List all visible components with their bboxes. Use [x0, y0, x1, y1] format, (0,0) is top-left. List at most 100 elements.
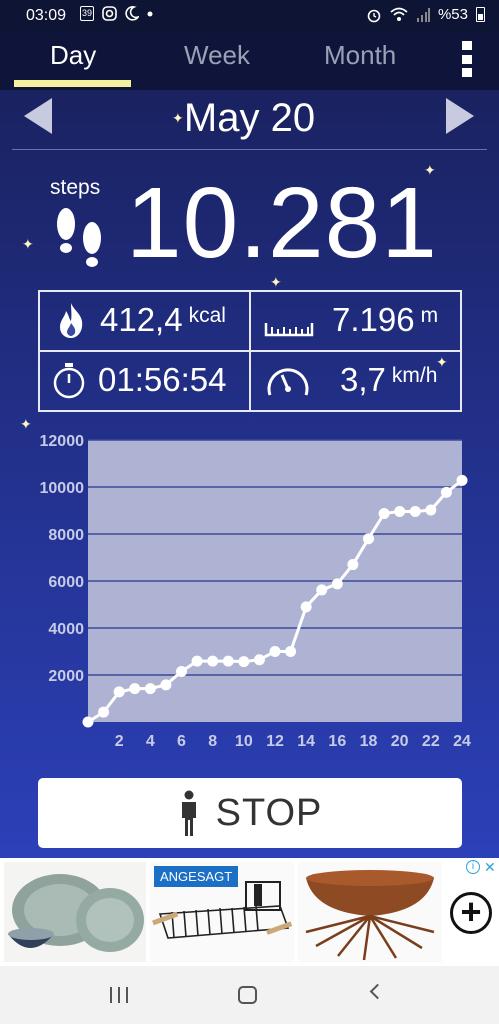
dot-icon — [147, 11, 153, 16]
tab-bar: Day Week Month — [0, 32, 499, 90]
person-icon — [181, 790, 196, 836]
speed-value: 3,7 — [340, 361, 386, 398]
data-point — [409, 505, 421, 517]
x-tick-label: 12 — [266, 733, 284, 750]
data-point — [129, 683, 141, 695]
moon-icon — [125, 6, 139, 21]
date-title: May 20 — [183, 96, 316, 140]
distance-stat: 7.196 m — [264, 301, 438, 339]
next-day-arrow-icon[interactable] — [446, 98, 474, 134]
system-nav-bar — [0, 966, 499, 1024]
data-point — [269, 646, 281, 657]
divider — [12, 149, 487, 150]
x-tick-label: 8 — [208, 733, 217, 750]
tab-month[interactable]: Month — [324, 40, 396, 71]
data-point — [238, 656, 250, 668]
steps-count: 10.281 — [126, 167, 438, 279]
data-point — [191, 655, 203, 667]
steps-chart: 200040006000800010000120002 4 6 8 10 12 14 16 18… — [40, 433, 472, 750]
tab-week[interactable]: Week — [184, 40, 250, 71]
x-tick-label: 16 — [328, 733, 346, 750]
status-icons-right: %53 — [366, 6, 485, 23]
data-point — [300, 601, 312, 613]
calories-value: 412,4 — [100, 301, 183, 338]
sparkle-icon: ✦ — [22, 236, 34, 252]
status-icons-left: 39 — [80, 6, 153, 21]
x-tick-label: 14 — [297, 733, 315, 750]
overflow-menu-icon[interactable] — [462, 41, 472, 77]
data-point — [113, 686, 125, 698]
battery-icon — [476, 7, 485, 22]
data-point — [331, 578, 343, 590]
data-point — [440, 486, 452, 498]
duration-stat: 01:56:54 — [50, 361, 226, 399]
home-icon[interactable] — [238, 986, 257, 1004]
ceramic-plates-image[interactable] — [4, 862, 146, 962]
y-tick-label: 6000 — [48, 574, 84, 591]
fire-bowl-image[interactable] — [298, 862, 442, 962]
calories-stat: 412,4 kcal — [52, 301, 226, 339]
steps-label: steps — [50, 176, 101, 199]
data-point — [394, 505, 406, 517]
speed-stat: 3,7 km/h — [264, 361, 437, 399]
data-point — [82, 716, 94, 728]
signal-icon — [416, 7, 430, 22]
data-point — [160, 679, 172, 691]
sparkle-icon: ✦ — [172, 110, 184, 126]
alarm-icon — [367, 9, 381, 22]
x-tick-label: 4 — [146, 733, 155, 750]
instagram-icon — [102, 6, 117, 21]
data-point — [207, 655, 219, 667]
data-point — [222, 655, 234, 667]
data-point — [316, 584, 328, 596]
tab-day[interactable]: Day — [50, 40, 96, 71]
back-icon[interactable] — [369, 983, 386, 1000]
x-tick-label: 2 — [115, 733, 124, 750]
ad-close-icon[interactable]: ✕ — [484, 859, 496, 876]
speed-unit: km/h — [391, 364, 438, 387]
plus-circle-icon[interactable]: + — [450, 892, 492, 934]
duration-value: 01:56:54 — [98, 361, 227, 398]
x-tick-label: 20 — [391, 733, 409, 750]
flame-icon — [60, 303, 83, 338]
x-tick-label: 24 — [453, 733, 471, 750]
data-point — [378, 508, 390, 520]
stats-grid: 412,4 kcal 7.196 m 01:56:54 3,7 km/h — [38, 290, 462, 412]
data-point — [144, 683, 156, 695]
tab-indicator — [14, 80, 131, 87]
distance-value: 7.196 — [332, 301, 415, 338]
y-tick-label: 2000 — [48, 668, 84, 685]
distance-unit: m — [420, 304, 439, 327]
data-point — [176, 665, 187, 677]
wifi-icon — [390, 7, 408, 21]
data-point — [456, 474, 468, 486]
x-tick-label: 18 — [360, 733, 378, 750]
ad-badge: ANGESAGT — [154, 866, 239, 887]
data-point — [425, 504, 437, 516]
footprints-icon — [57, 208, 101, 267]
speedometer-icon — [267, 368, 309, 396]
y-tick-label: 8000 — [48, 527, 84, 544]
calendar-notification-icon: 39 — [80, 6, 94, 21]
stop-button[interactable]: STOP — [38, 778, 462, 848]
ad-banner[interactable]: ANGESAGT i ✕ + — [0, 858, 499, 966]
stop-label: STOP — [215, 791, 323, 834]
ruler-icon — [264, 323, 314, 337]
data-point — [98, 706, 110, 718]
y-tick-label: 4000 — [48, 621, 84, 638]
x-tick-label: 22 — [422, 733, 440, 750]
status-bar: 03:09 39 %53 — [0, 0, 499, 32]
recent-apps-icon[interactable] — [110, 987, 128, 1003]
stopwatch-icon — [53, 363, 85, 399]
battery-percent: %53 — [437, 6, 468, 23]
status-time: 03:09 — [26, 7, 67, 24]
x-tick-label: 6 — [177, 733, 186, 750]
calories-unit: kcal — [188, 304, 226, 327]
ad-info-icon[interactable]: i — [466, 860, 480, 874]
main-panel: May 20 ✦ ✦ ✦ ✦ ✦ ✦ steps 10.281 412,4 kc… — [0, 90, 499, 858]
y-tick-label: 12000 — [40, 433, 85, 450]
y-tick-label: 10000 — [40, 480, 85, 497]
data-point — [285, 646, 297, 657]
data-point — [347, 559, 359, 571]
data-point — [363, 533, 374, 545]
